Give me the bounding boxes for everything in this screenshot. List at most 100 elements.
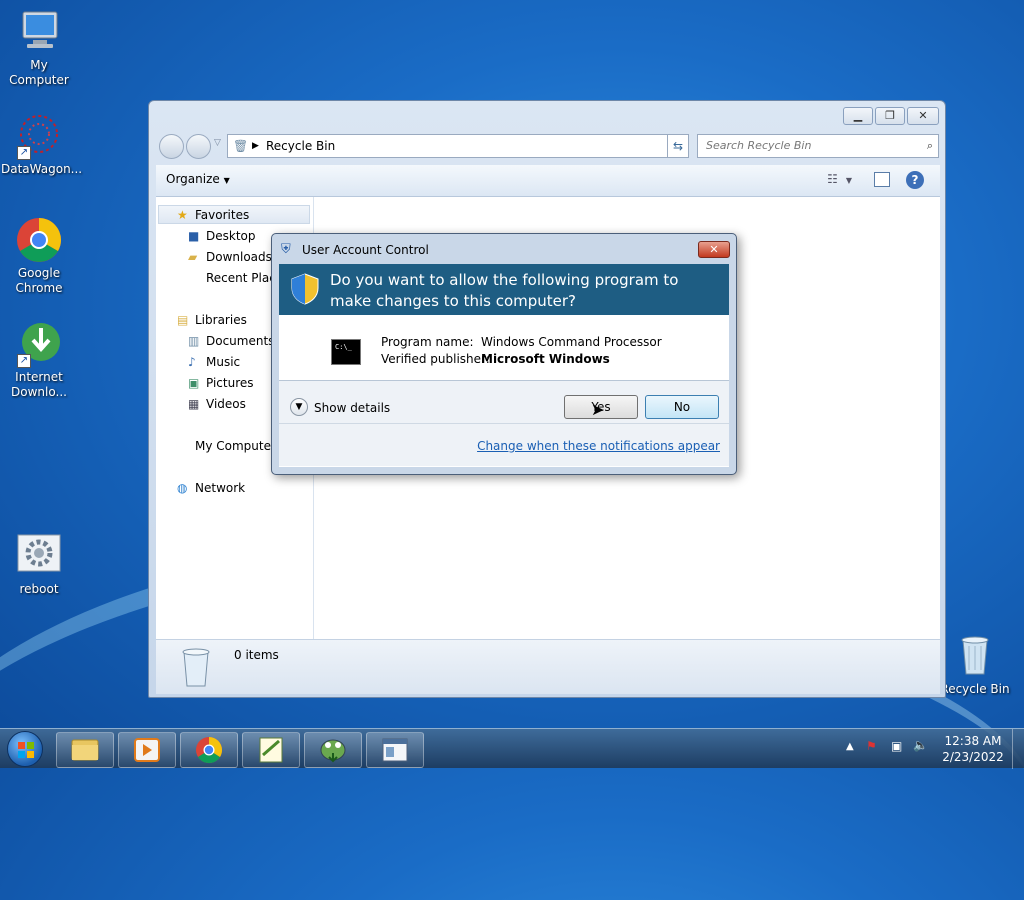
shortcut-arrow-icon: ↗ [17, 146, 31, 160]
nav-pictures[interactable]: ▣ Pictures [188, 374, 254, 392]
nav-label: Videos [206, 397, 246, 411]
desktop-icon-label: My Computer [9, 58, 69, 87]
details-pane: 0 items [156, 639, 940, 694]
nav-label: Libraries [195, 313, 247, 327]
change-view-button[interactable]: ☷ ▼ [827, 172, 852, 186]
taskbar-chrome-button[interactable] [180, 732, 238, 768]
window-app-icon [382, 738, 408, 762]
desktop-icon-label: DataWagon... [1, 162, 83, 176]
back-button[interactable] [159, 134, 184, 159]
libraries-icon: ▤ [177, 313, 189, 327]
forward-button[interactable] [186, 134, 211, 159]
downloads-folder-icon: ▰ [188, 250, 198, 264]
desktop-icon-label: Recycle Bin [940, 682, 1010, 696]
show-details-chevron-icon[interactable]: ▼ [290, 398, 308, 416]
no-button[interactable]: No [645, 395, 719, 419]
uac-dialog: ⛨ User Account Control ✕ Do you want to … [271, 233, 737, 475]
uac-question: Do you want to allow the following progr… [330, 271, 679, 310]
nav-favorites[interactable]: ★ Favorites [177, 206, 250, 224]
start-button[interactable] [7, 731, 43, 767]
nav-music[interactable]: ♪ Music [188, 353, 240, 371]
close-button[interactable]: ✕ [907, 107, 939, 125]
volume-icon[interactable]: 🔈 [913, 738, 928, 752]
recent-pages-chevron-icon[interactable]: ▽ [214, 138, 221, 148]
nav-downloads[interactable]: ▰ Downloads [188, 248, 272, 266]
desktop-icon-datawagon[interactable]: ↗ DataWagon... [1, 112, 82, 177]
datawagon-icon: ↗ [15, 112, 63, 160]
desktop-icon-label: Internet Downlo... [11, 370, 67, 399]
network-tray-icon[interactable]: ▣ [891, 739, 902, 753]
nav-libraries[interactable]: ▤ Libraries [177, 311, 247, 329]
address-bar[interactable]: 🗑 ▶ Recycle Bin ▼ [227, 134, 689, 158]
maximize-button[interactable]: ❐ [875, 107, 905, 125]
help-icon[interactable]: ? [906, 171, 924, 189]
music-icon: ♪ [188, 355, 196, 369]
desktop-icon-my-computer[interactable]: My Computer [1, 8, 77, 88]
desktop-icon-reboot[interactable]: reboot [1, 532, 77, 597]
chevron-down-icon: ▼ [223, 176, 230, 185]
address-text: Recycle Bin [266, 139, 336, 153]
chevron-down-icon: ▼ [845, 176, 852, 185]
search-placeholder: Search Recycle Bin [706, 139, 812, 152]
nav-label: Documents [206, 334, 275, 348]
text-editor-icon [259, 737, 283, 763]
windows-logo-icon [18, 742, 34, 758]
preview-pane-icon[interactable] [874, 172, 890, 187]
shortcut-arrow-icon: ↗ [17, 354, 31, 368]
breadcrumb-arrow-icon[interactable]: ▶ [252, 135, 259, 157]
item-count: 0 items [234, 648, 279, 662]
chrome-icon [15, 216, 63, 264]
publisher-value: Microsoft Windows [481, 352, 610, 366]
organize-button[interactable]: Organize ▼ [166, 172, 230, 186]
program-name-value: Windows Command Processor [481, 335, 662, 349]
desktop-icon-google-chrome[interactable]: Google Chrome [1, 216, 77, 296]
recycle-bin-icon [951, 632, 999, 680]
view-icon: ☷ [827, 172, 838, 186]
change-notifications-link[interactable]: Change when these notifications appear [477, 439, 720, 453]
nav-label: My Computer [195, 439, 276, 453]
uac-banner: Do you want to allow the following progr… [279, 264, 729, 315]
caption-buttons: ▁ ❐ ✕ [843, 107, 939, 125]
nav-network[interactable]: ◍ Network [177, 479, 245, 497]
nav-desktop[interactable]: ■ Desktop [188, 227, 256, 245]
nav-label: Desktop [206, 229, 256, 243]
refresh-icon[interactable]: ⇆ [667, 134, 689, 158]
documents-icon: ▥ [188, 334, 200, 348]
taskbar-app-button[interactable] [304, 732, 362, 768]
star-icon: ★ [177, 208, 188, 222]
uac-title: User Account Control [302, 243, 429, 257]
action-center-flag-icon[interactable]: ⚑ [866, 739, 877, 753]
nav-videos[interactable]: ▦ Videos [188, 395, 246, 413]
clock-date: 2/23/2022 [942, 750, 1004, 764]
desktop-icon-internet-download[interactable]: ↗ Internet Downlo... [1, 320, 77, 400]
nav-label: Favorites [195, 208, 250, 222]
search-icon[interactable]: ⌕ [927, 135, 933, 157]
desktop-icon-label: Google Chrome [15, 266, 63, 295]
minimize-button[interactable]: ▁ [843, 107, 873, 125]
clock-time: 12:38 AM [944, 734, 1002, 748]
taskbar-media-player-button[interactable] [118, 732, 176, 768]
nav-label: Pictures [206, 376, 254, 390]
uac-close-button[interactable]: ✕ [698, 241, 730, 258]
nav-documents[interactable]: ▥ Documents [188, 332, 275, 350]
organize-label: Organize [166, 172, 220, 186]
desktop-icon-recycle-bin[interactable]: Recycle Bin [937, 632, 1013, 697]
show-details-button[interactable]: Show details [314, 401, 390, 415]
clock[interactable]: 12:38 AM 2/23/2022 [938, 733, 1008, 765]
recycle-bin-large-icon [178, 646, 214, 693]
network-icon: ◍ [177, 481, 188, 495]
frog-app-icon [320, 739, 346, 763]
taskbar-explorer-button[interactable] [56, 732, 114, 768]
desktop-icon-label: reboot [19, 582, 59, 596]
program-name-label: Program name: [381, 335, 474, 349]
show-hidden-icons-icon[interactable]: ▲ [846, 741, 854, 752]
show-desktop-button[interactable] [1012, 729, 1024, 769]
nav-label: Downloads [206, 250, 272, 264]
taskbar: ▲ ⚑ ▣ 🔈 12:38 AM 2/23/2022 [0, 728, 1024, 769]
uac-shield-small-icon: ⛨ [281, 242, 291, 257]
search-input[interactable]: Search Recycle Bin ⌕ [697, 134, 939, 158]
navigation-bar: ▽ 🗑 ▶ Recycle Bin ▼ ⇆ Search Recycle Bin… [157, 133, 939, 159]
mouse-cursor-icon: ➤ [591, 400, 605, 419]
taskbar-window-button[interactable] [366, 732, 424, 768]
taskbar-editor-button[interactable] [242, 732, 300, 768]
